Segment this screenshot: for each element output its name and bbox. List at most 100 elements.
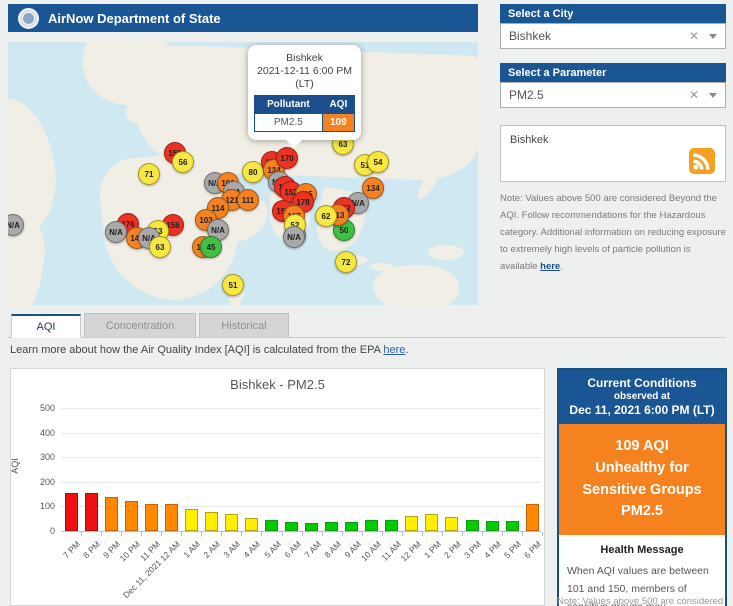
chart-bar[interactable] xyxy=(325,522,339,531)
chart-bar[interactable] xyxy=(405,516,419,531)
parameter-select[interactable]: PM2.5 ✕ xyxy=(500,82,726,108)
current-aqi-value: 109 AQI xyxy=(615,438,669,454)
chart-bar[interactable] xyxy=(505,521,519,531)
city-select-label: Select a City xyxy=(500,4,726,23)
tab-concentration[interactable]: Concentration xyxy=(84,313,196,337)
current-conditions-panel: Current Conditions observed at Dec 11, 2… xyxy=(557,368,727,606)
rss-icon[interactable] xyxy=(689,148,715,179)
chart-bar[interactable] xyxy=(84,493,98,531)
department-of-state-seal-icon xyxy=(18,7,39,29)
x-tick xyxy=(341,532,343,536)
note-link[interactable]: here xyxy=(540,261,560,272)
aqi-marker[interactable]: 170 xyxy=(276,147,298,169)
x-tick xyxy=(381,532,383,536)
chart-bar[interactable] xyxy=(365,520,379,531)
city-select-value: Bishkek xyxy=(509,29,552,43)
popup-table: Pollutant AQI PM2.5 109 xyxy=(254,95,356,133)
current-aqi-pollutant: PM2.5 xyxy=(621,503,663,520)
x-tick xyxy=(141,532,143,536)
aqi-marker[interactable]: 56 xyxy=(172,151,194,173)
chart-bar[interactable] xyxy=(485,521,499,531)
chart-bar[interactable] xyxy=(144,504,158,531)
x-tick xyxy=(181,532,183,536)
aqi-marker[interactable]: N/A xyxy=(283,226,305,248)
world-map[interactable]: N/A1595671N/A101N/A12111180114103176N/A1… xyxy=(8,42,478,305)
popup-city: Bishkek xyxy=(286,52,323,64)
tab-aqi[interactable]: AQI xyxy=(11,314,81,338)
chart-bar[interactable] xyxy=(385,520,399,531)
popup-datetime: 2021-12-11 6:00 PM xyxy=(257,65,352,78)
chart-bar[interactable] xyxy=(184,509,198,531)
chart-bar[interactable] xyxy=(164,504,178,531)
app-title: AirNow Department of State xyxy=(48,10,221,26)
x-tick xyxy=(441,532,443,536)
chart-bar[interactable] xyxy=(224,514,238,531)
aqi-marker[interactable]: 51 xyxy=(222,274,244,296)
chart-bar[interactable] xyxy=(525,504,539,531)
x-tick xyxy=(421,532,423,536)
chart-bar[interactable] xyxy=(465,520,479,531)
aqi-marker[interactable]: 45 xyxy=(200,236,222,258)
popup-arrow xyxy=(286,140,302,149)
clear-icon[interactable]: ✕ xyxy=(689,88,699,102)
aqi-marker[interactable]: 63 xyxy=(149,236,171,258)
x-tick xyxy=(221,532,223,536)
learn-more-text: Learn more about how the Air Quality Ind… xyxy=(10,344,384,356)
note-end: . xyxy=(560,261,563,273)
current-conditions-header: Current Conditions observed at Dec 11, 2… xyxy=(559,370,725,424)
chart-bar[interactable] xyxy=(64,493,78,531)
rss-feed-box: Bishkek xyxy=(500,125,726,182)
x-tick xyxy=(81,532,82,536)
x-tick xyxy=(101,532,103,536)
x-tick xyxy=(461,532,463,536)
x-tick xyxy=(201,532,203,536)
chart-bar[interactable] xyxy=(345,522,359,531)
map-markers: N/A1595671N/A101N/A12111180114103176N/A1… xyxy=(8,42,478,305)
popup-timezone: (LT) xyxy=(295,78,314,91)
chart-bar[interactable] xyxy=(104,497,118,531)
tab-historical[interactable]: Historical xyxy=(199,313,289,337)
x-tick xyxy=(321,532,323,536)
chart-bar[interactable] xyxy=(305,523,319,531)
chart-plot: 0 100 200 300 400 500 7 PM 8 PM 9 PM 10 PM 11 PM De… xyxy=(11,369,544,605)
cc-header-date: Dec 11, 2021 6:00 PM (LT) xyxy=(569,403,715,417)
learn-more-end: . xyxy=(405,344,409,356)
learn-more-link[interactable]: here xyxy=(383,344,405,356)
cc-header-title: Current Conditions xyxy=(587,376,697,390)
cc-footer-note: Note: Values above 500 are considered Be… xyxy=(557,596,724,606)
city-select-group: Select a City Bishkek ✕ xyxy=(500,4,726,49)
popup-aqi-value: 109 xyxy=(321,113,356,133)
aqi-chart: Bishkek - PM2.5 AQI 0 100 200 300 400 500 7 PM… xyxy=(10,368,545,606)
x-tick xyxy=(281,532,283,536)
y-tick-label: 500 xyxy=(39,403,55,413)
chart-bar[interactable] xyxy=(285,522,299,531)
chart-bar[interactable] xyxy=(445,517,459,531)
chart-bar[interactable] xyxy=(265,520,278,531)
x-tick xyxy=(522,532,524,536)
chevron-down-icon[interactable] xyxy=(709,33,717,39)
y-tick-label: 200 xyxy=(39,476,55,487)
clear-icon[interactable]: ✕ xyxy=(689,29,699,43)
gridline xyxy=(61,408,541,409)
aqi-note: Note: Values above 500 are considered Be… xyxy=(500,190,728,275)
note-text: Note: Values above 500 are considered Be… xyxy=(500,193,726,273)
chart-bar[interactable] xyxy=(425,514,439,531)
aqi-marker[interactable]: 54 xyxy=(367,151,389,173)
parameter-select-value: PM2.5 xyxy=(509,88,544,102)
aqi-marker[interactable]: 111 xyxy=(237,189,259,211)
y-tick-label: 400 xyxy=(39,427,55,438)
chart-bar[interactable] xyxy=(244,518,258,531)
health-message-title: Health Message xyxy=(600,544,684,556)
chart-bar[interactable] xyxy=(124,501,138,531)
x-tick xyxy=(542,532,544,536)
aqi-marker[interactable]: 62 xyxy=(315,205,337,227)
aqi-marker[interactable]: N/A xyxy=(8,214,24,236)
city-select[interactable]: Bishkek ✕ xyxy=(500,23,726,49)
aqi-marker[interactable]: N/A xyxy=(105,221,127,243)
aqi-marker[interactable]: 72 xyxy=(335,251,357,273)
aqi-marker[interactable]: 71 xyxy=(138,163,160,185)
chart-bar[interactable] xyxy=(204,512,218,531)
popup-aqi-header: AQI xyxy=(321,95,356,115)
x-tick xyxy=(301,532,303,536)
chevron-down-icon[interactable] xyxy=(709,92,717,98)
